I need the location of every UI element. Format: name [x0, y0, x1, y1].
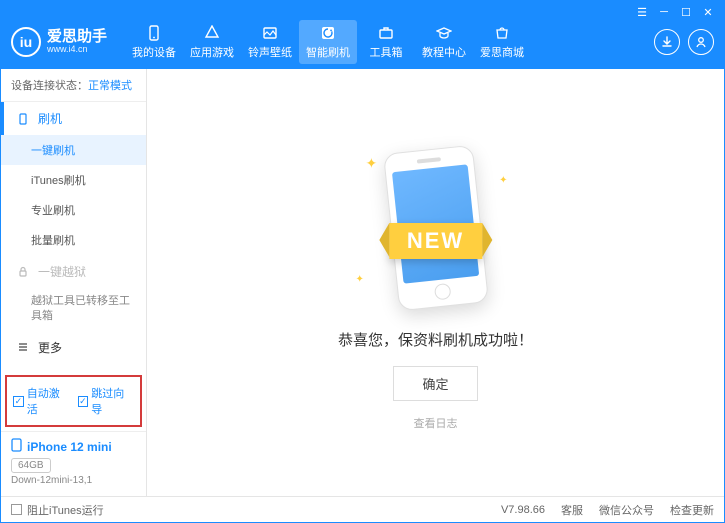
- window-controls: ☰ ─ ☐ ✕: [634, 5, 716, 19]
- footer-link-update[interactable]: 检查更新: [670, 502, 714, 518]
- phone-icon: [16, 112, 30, 126]
- nav-ringtones[interactable]: 铃声壁纸: [241, 20, 299, 64]
- main-content: ✦ ✦ ✦ NEW 恭喜您，保资料刷机成功啦！ 确定 查看日志: [147, 69, 724, 496]
- sidebar-item-other-tools[interactable]: 其他工具: [1, 364, 146, 371]
- section-flash[interactable]: 刷机: [1, 102, 146, 135]
- download-button[interactable]: [654, 29, 680, 55]
- nav-label: 应用游戏: [190, 44, 234, 60]
- section-title: 更多: [38, 339, 62, 356]
- logo[interactable]: iu 爱思助手 www.i4.cn: [11, 27, 107, 57]
- nav-my-device[interactable]: 我的设备: [125, 20, 183, 64]
- footer: 阻止iTunes运行 V7.98.66 客服 微信公众号 检查更新: [1, 496, 724, 522]
- lock-icon: [16, 265, 30, 279]
- nav-bar: iu 爱思助手 www.i4.cn 我的设备 应用游戏 铃声壁纸 智能刷机: [1, 21, 724, 69]
- block-itunes-checkbox[interactable]: 阻止iTunes运行: [11, 502, 104, 518]
- footer-link-wechat[interactable]: 微信公众号: [599, 502, 654, 518]
- checkbox-skip-guide[interactable]: ✓ 跳过向导: [78, 385, 135, 417]
- phone-icon: [145, 24, 163, 42]
- status-value: 正常模式: [88, 80, 132, 92]
- device-block[interactable]: iPhone 12 mini 64GB Down-12mini-13,1: [1, 431, 146, 496]
- options-row: ✓ 自动激活 ✓ 跳过向导: [5, 375, 142, 427]
- body: 设备连接状态：正常模式 刷机 一键刷机 iTunes刷机 专业刷机 批量刷机 一…: [1, 69, 724, 496]
- logo-icon: iu: [11, 27, 41, 57]
- graduation-icon: [435, 24, 453, 42]
- nav-label: 教程中心: [422, 44, 466, 60]
- nav-label: 智能刷机: [306, 44, 350, 60]
- ok-button[interactable]: 确定: [393, 366, 477, 401]
- app-window: ☰ ─ ☐ ✕ iu 爱思助手 www.i4.cn 我的设备 应用游戏: [0, 0, 725, 523]
- side-list: 刷机 一键刷机 iTunes刷机 专业刷机 批量刷机 一键越狱 越狱工具已转移至…: [1, 102, 146, 371]
- success-illustration: ✦ ✦ ✦ NEW: [356, 135, 516, 315]
- nav-label: 我的设备: [132, 44, 176, 60]
- section-title: 一键越狱: [38, 263, 86, 280]
- user-button[interactable]: [688, 29, 714, 55]
- nav-apps[interactable]: 应用游戏: [183, 20, 241, 64]
- maximize-icon[interactable]: ☐: [678, 5, 694, 19]
- checkbox-label: 阻止iTunes运行: [27, 502, 104, 518]
- nav-right: [654, 29, 714, 55]
- checkbox-auto-activate[interactable]: ✓ 自动激活: [13, 385, 70, 417]
- checkbox-icon: ✓: [13, 396, 24, 407]
- nav-flash[interactable]: 智能刷机: [299, 20, 357, 64]
- storage-badge: 64GB: [11, 458, 51, 473]
- section-more[interactable]: 更多: [1, 331, 146, 364]
- flash-icon: [319, 24, 337, 42]
- menu-icon[interactable]: ☰: [634, 5, 650, 19]
- device-sub: Down-12mini-13,1: [11, 475, 136, 486]
- connection-status: 设备连接状态：正常模式: [1, 69, 146, 102]
- device-name: iPhone 12 mini: [27, 440, 112, 454]
- checkbox-label: 跳过向导: [91, 385, 134, 417]
- checkbox-icon: [11, 504, 22, 515]
- section-jailbreak: 一键越狱: [1, 255, 146, 288]
- section-title: 刷机: [38, 110, 62, 127]
- app-name: 爱思助手: [47, 29, 107, 46]
- toolbox-icon: [377, 24, 395, 42]
- jailbreak-note: 越狱工具已转移至工具箱: [1, 288, 146, 331]
- apps-icon: [203, 24, 221, 42]
- view-log-link[interactable]: 查看日志: [414, 415, 458, 431]
- sidebar-item-oneclick-flash[interactable]: 一键刷机: [1, 135, 146, 165]
- version-label: V7.98.66: [501, 504, 545, 516]
- store-icon: [493, 24, 511, 42]
- checkbox-label: 自动激活: [27, 385, 70, 417]
- app-domain: www.i4.cn: [47, 45, 107, 55]
- close-icon[interactable]: ✕: [700, 5, 716, 19]
- device-name-row: iPhone 12 mini: [11, 438, 136, 455]
- footer-link-support[interactable]: 客服: [561, 502, 583, 518]
- success-message: 恭喜您，保资料刷机成功啦！: [338, 329, 533, 350]
- nav-store[interactable]: 爱思商城: [473, 20, 531, 64]
- phone-icon: [11, 438, 22, 455]
- nav-tutorials[interactable]: 教程中心: [415, 20, 473, 64]
- nav-toolbox[interactable]: 工具箱: [357, 20, 415, 64]
- checkbox-icon: ✓: [78, 396, 89, 407]
- nav-label: 工具箱: [370, 44, 403, 60]
- sidebar-item-batch-flash[interactable]: 批量刷机: [1, 225, 146, 255]
- header: ☰ ─ ☐ ✕ iu 爱思助手 www.i4.cn 我的设备 应用游戏: [1, 1, 724, 69]
- titlebar: ☰ ─ ☐ ✕: [1, 1, 724, 21]
- list-icon: [16, 340, 30, 354]
- status-label: 设备连接状态：: [11, 80, 88, 92]
- nav-label: 爱思商城: [480, 44, 524, 60]
- sparkle-icon: ✦: [499, 175, 507, 186]
- sidebar: 设备连接状态：正常模式 刷机 一键刷机 iTunes刷机 专业刷机 批量刷机 一…: [1, 69, 147, 496]
- sidebar-item-pro-flash[interactable]: 专业刷机: [1, 195, 146, 225]
- nav-label: 铃声壁纸: [248, 44, 292, 60]
- sparkle-icon: ✦: [356, 274, 364, 285]
- new-ribbon: NEW: [389, 223, 482, 259]
- sparkle-icon: ✦: [366, 155, 378, 172]
- footer-right: V7.98.66 客服 微信公众号 检查更新: [501, 502, 714, 518]
- sidebar-item-itunes-flash[interactable]: iTunes刷机: [1, 165, 146, 195]
- wallpaper-icon: [261, 24, 279, 42]
- minimize-icon[interactable]: ─: [656, 5, 672, 19]
